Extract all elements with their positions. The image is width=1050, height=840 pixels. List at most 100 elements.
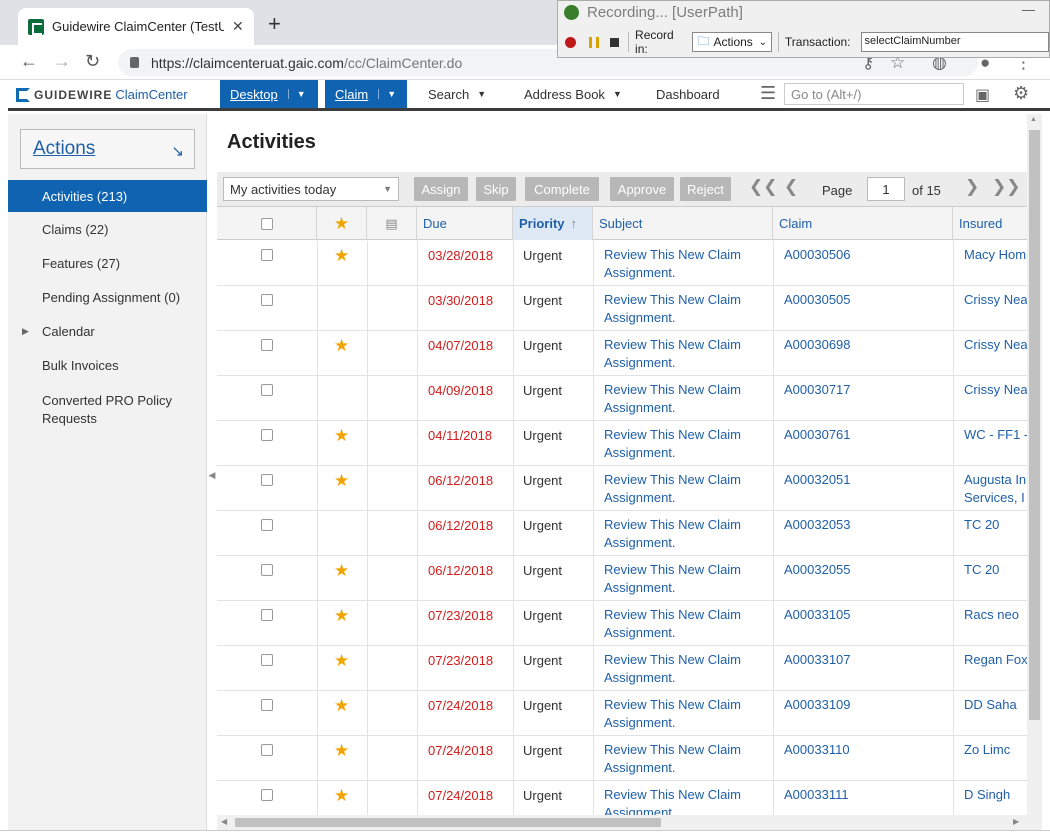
save-icon[interactable]: ▣	[975, 85, 990, 105]
star-icon[interactable]: ★	[334, 606, 349, 625]
hamburger-menu-icon[interactable]: ☰	[760, 83, 776, 104]
row-checkbox[interactable]	[261, 744, 273, 756]
claim-number-link[interactable]: A00032051	[784, 466, 851, 511]
claim-number-link[interactable]: A00030761	[784, 421, 851, 466]
actions-button[interactable]: Actions ↘	[20, 129, 195, 169]
back-icon[interactable]: ←	[20, 51, 38, 72]
claim-number-link[interactable]: A00033107	[784, 646, 851, 691]
scroll-right-icon[interactable]: ▶	[1013, 817, 1019, 826]
next-page-icon[interactable]: ❯	[965, 177, 979, 197]
subject-link[interactable]: Review This New Claim Assignment.	[604, 736, 764, 781]
row-checkbox[interactable]	[261, 384, 273, 396]
insured-link[interactable]: TC 20	[964, 556, 1027, 601]
insured-link[interactable]: Racs neo	[964, 601, 1027, 646]
caret-down-icon[interactable]: ▼	[613, 89, 622, 99]
star-icon[interactable]: ★	[334, 741, 349, 760]
insured-link[interactable]: Zo Limc	[964, 736, 1027, 781]
row-checkbox[interactable]	[261, 654, 273, 666]
menu-search[interactable]: Search ▼	[418, 80, 496, 108]
table-row[interactable]: ★ 07/24/2018 Urgent Review This New Claim A…	[217, 691, 1027, 736]
sidebar-item-claims[interactable]: Claims (22)	[8, 222, 207, 237]
menu-dashboard[interactable]: Dashboard	[646, 80, 730, 108]
column-priority[interactable]: Priority ↑	[513, 207, 593, 240]
row-checkbox[interactable]	[261, 609, 273, 621]
sidebar-item-features[interactable]: Features (27)	[8, 256, 207, 271]
table-row[interactable]: ★ 04/11/2018 Urgent Review This New Claim A…	[217, 421, 1027, 466]
subject-link[interactable]: Review This New Claim Assignment.	[604, 421, 764, 466]
scroll-left-icon[interactable]: ◀	[221, 817, 227, 826]
star-icon[interactable]: ★	[334, 561, 349, 580]
skip-button[interactable]: Skip	[476, 177, 516, 201]
row-checkbox[interactable]	[261, 564, 273, 576]
table-row[interactable]: ★ 06/12/2018 Urgent Review This New Claim A…	[217, 466, 1027, 511]
table-row[interactable]: 04/09/2018 Urgent Review This New Claim As…	[217, 376, 1027, 421]
row-checkbox[interactable]	[261, 429, 273, 441]
notes-column[interactable]: ▤	[367, 207, 417, 240]
column-subject[interactable]: Subject	[593, 207, 773, 240]
star-icon[interactable]: ★	[334, 426, 349, 445]
previous-page-icon[interactable]: ❮	[784, 177, 798, 197]
reload-icon[interactable]: ↻	[85, 51, 100, 72]
subject-link[interactable]: Review This New Claim Assignment.	[604, 241, 764, 286]
last-page-icon[interactable]: ❯❯	[992, 177, 1021, 197]
row-checkbox[interactable]	[261, 474, 273, 486]
menu-desktop[interactable]: Desktop ▼	[220, 80, 318, 108]
insured-link[interactable]: Crissy Nea	[964, 376, 1027, 421]
claim-number-link[interactable]: A00032053	[784, 511, 851, 556]
subject-link[interactable]: Review This New Claim Assignment.	[604, 331, 764, 376]
approve-button[interactable]: Approve	[610, 177, 674, 201]
browser-tab[interactable]: Guidewire ClaimCenter (TestUser ✕	[18, 8, 254, 45]
record-in-select[interactable]: 🗀 Actions ⌄	[692, 32, 772, 52]
table-row[interactable]: 03/30/2018 Urgent Review This New Claim As…	[217, 286, 1027, 331]
table-row[interactable]: ★ 07/23/2018 Urgent Review This New Claim A…	[217, 646, 1027, 691]
star-icon[interactable]: ★	[334, 246, 349, 265]
insured-link[interactable]: Augusta In Services, I	[964, 466, 1027, 511]
column-due[interactable]: Due	[417, 207, 513, 240]
sidebar-item-calendar[interactable]: Calendar	[8, 324, 207, 339]
subject-link[interactable]: Review This New Claim Assignment.	[604, 601, 764, 646]
table-row[interactable]: 06/12/2018 Urgent Review This New Claim As…	[217, 511, 1027, 556]
assign-button[interactable]: Assign	[414, 177, 468, 201]
insured-link[interactable]: DD Saha	[964, 691, 1027, 736]
claim-number-link[interactable]: A00033109	[784, 691, 851, 736]
claim-number-link[interactable]: A00030717	[784, 376, 851, 421]
caret-down-icon[interactable]: ▼	[287, 89, 306, 99]
reject-button[interactable]: Reject	[680, 177, 731, 201]
menu-claim[interactable]: Claim ▼	[325, 80, 407, 108]
claim-number-link[interactable]: A00030506	[784, 241, 851, 286]
sidebar-item-converted-pro-policy-requests[interactable]: Converted PRO Policy Requests	[8, 392, 188, 428]
collapse-sidebar-icon[interactable]: ◀	[207, 460, 217, 490]
table-row[interactable]: ★ 06/12/2018 Urgent Review This New Claim A…	[217, 556, 1027, 601]
transaction-input[interactable]: selectClaimNumber	[860, 32, 1049, 52]
column-claim[interactable]: Claim	[773, 207, 953, 240]
row-checkbox[interactable]	[261, 789, 273, 801]
row-checkbox[interactable]	[261, 699, 273, 711]
table-row[interactable]: ★ 07/23/2018 Urgent Review This New Claim A…	[217, 601, 1027, 646]
caret-down-icon[interactable]: ▼	[378, 89, 396, 99]
close-tab-icon[interactable]: ✕	[232, 18, 244, 35]
row-checkbox[interactable]	[261, 249, 273, 261]
first-page-icon[interactable]: ❮❮	[749, 177, 778, 197]
insured-link[interactable]: WC - FF1 -	[964, 421, 1027, 466]
subject-link[interactable]: Review This New Claim Assignment.	[604, 286, 764, 331]
stop-icon[interactable]	[607, 34, 622, 50]
horizontal-scrollbar[interactable]: ◀ ▶	[217, 815, 1027, 830]
claim-number-link[interactable]: A00030698	[784, 331, 851, 376]
row-checkbox[interactable]	[261, 519, 273, 531]
record-icon[interactable]	[563, 34, 578, 50]
star-icon[interactable]: ★	[334, 471, 349, 490]
column-insured[interactable]: Insured	[953, 207, 1027, 240]
star-icon[interactable]: ★	[334, 786, 349, 805]
subject-link[interactable]: Review This New Claim Assignment.	[604, 556, 764, 601]
insured-link[interactable]: Crissy Nea	[964, 286, 1027, 331]
claim-number-link[interactable]: A00033110	[784, 736, 850, 781]
gear-icon[interactable]: ⚙	[1013, 83, 1029, 104]
scroll-up-icon[interactable]: ▲	[1030, 116, 1037, 123]
subject-link[interactable]: Review This New Claim Assignment.	[604, 376, 764, 421]
page-number-input[interactable]: 1	[867, 177, 905, 201]
minimize-icon[interactable]: —	[1022, 2, 1035, 17]
menu-address-book[interactable]: Address Book ▼	[514, 80, 632, 108]
insured-link[interactable]: Regan Fox	[964, 646, 1027, 691]
sidebar-item-activities[interactable]: Activities (213)	[8, 180, 207, 212]
flag-column[interactable]: ★	[317, 207, 367, 240]
